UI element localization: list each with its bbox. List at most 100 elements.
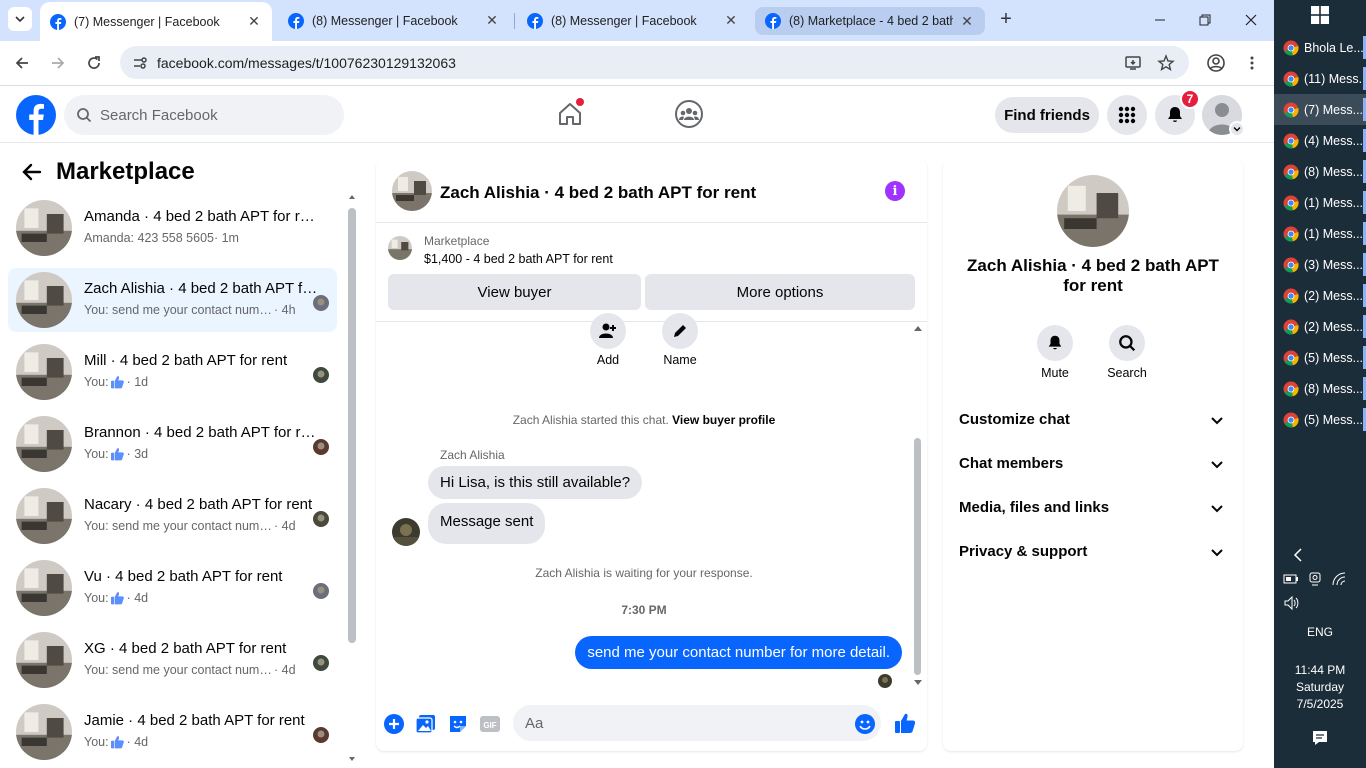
conversation-item[interactable]: Nacary · 4 bed 2 bath APT for rent You: s…: [8, 484, 337, 548]
conversation-item[interactable]: Zach Alishia · 4 bed 2 bath APT for rent…: [8, 268, 337, 332]
incoming-message[interactable]: Hi Lisa, is this still available?: [428, 466, 643, 499]
taskbar-chrome-window[interactable]: Bhola Le...: [1274, 32, 1366, 63]
view-buyer-button[interactable]: View buyer: [388, 274, 641, 310]
taskbar-item-label: (7) Mess...: [1304, 102, 1364, 117]
plus-circle-icon[interactable]: [383, 713, 405, 735]
scroll-up-icon[interactable]: [912, 323, 924, 333]
taskbar-chrome-window[interactable]: (7) Mess...: [1274, 94, 1366, 125]
menu-button[interactable]: [1240, 51, 1264, 75]
notification-center-icon[interactable]: [1311, 729, 1329, 747]
pencil-icon: [674, 325, 686, 337]
thumbs-up-icon[interactable]: [893, 711, 917, 735]
tab-search-button[interactable]: [8, 7, 32, 31]
taskbar-chrome-window[interactable]: (1) Mess...: [1274, 218, 1366, 249]
bookmark-star-icon[interactable]: [1157, 54, 1175, 72]
site-info-icon[interactable]: [131, 54, 149, 72]
taskbar-chrome-window[interactable]: (11) Mess...: [1274, 63, 1366, 94]
customize-chat-section[interactable]: Customize chat: [943, 398, 1243, 442]
tab-messenger-8b[interactable]: (8) Messenger | Facebook ✕: [517, 4, 749, 37]
photo-icon[interactable]: [415, 713, 437, 735]
conversation-item[interactable]: Jamie · 4 bed 2 bath APT for rent You: · 4…: [8, 700, 337, 764]
scroll-down-icon[interactable]: [912, 678, 924, 688]
chat-title[interactable]: Zach Alishia · 4 bed 2 bath APT for rent: [440, 183, 756, 203]
close-tab-icon[interactable]: ✕: [484, 12, 500, 29]
new-tab-button[interactable]: +: [996, 9, 1016, 30]
scroll-up-icon[interactable]: [347, 192, 357, 202]
tab-messenger-8a[interactable]: (8) Messenger | Facebook ✕: [278, 4, 510, 37]
system-clock[interactable]: 11:44 PM Saturday 7/5/2025: [1274, 662, 1366, 713]
find-friends-button[interactable]: Find friends: [995, 97, 1099, 133]
menu-grid-button[interactable]: [1107, 95, 1147, 135]
tab-messenger-7[interactable]: (7) Messenger | Facebook ✕: [40, 2, 272, 41]
address-bar[interactable]: facebook.com/messages/t/1007623012913206…: [120, 46, 1189, 79]
arrow-left-icon[interactable]: [20, 160, 44, 184]
chat-members-section[interactable]: Chat members: [943, 442, 1243, 486]
volume-icon[interactable]: [1283, 595, 1299, 611]
close-tab-icon[interactable]: ✕: [246, 13, 262, 30]
close-tab-icon[interactable]: ✕: [959, 13, 975, 29]
conversation-item[interactable]: XG · 4 bed 2 bath APT for rent You: send …: [8, 628, 337, 692]
windows-start-icon[interactable]: [1311, 6, 1329, 24]
taskbar-chrome-window[interactable]: (5) Mess...: [1274, 342, 1366, 373]
add-people-action[interactable]: Add: [578, 313, 638, 367]
minimize-button[interactable]: [1148, 8, 1172, 32]
privacy-support-section[interactable]: Privacy & support: [943, 530, 1243, 574]
sticker-icon[interactable]: [447, 713, 469, 735]
incoming-message[interactable]: Message sent: [428, 503, 546, 544]
more-options-button[interactable]: More options: [645, 274, 915, 310]
install-app-icon[interactable]: [1124, 54, 1142, 72]
reload-button[interactable]: [82, 51, 106, 75]
chat-scrollbar[interactable]: [912, 323, 924, 693]
details-avatar[interactable]: [1057, 175, 1129, 247]
close-tab-icon[interactable]: ✕: [723, 12, 739, 29]
tab-marketplace[interactable]: (8) Marketplace - 4 bed 2 bath APT ✕: [755, 7, 985, 35]
taskbar-chrome-window[interactable]: (3) Mess...: [1274, 249, 1366, 280]
conversation-item[interactable]: Mill · 4 bed 2 bath APT for rent You: · 1d: [8, 340, 337, 404]
edit-name-action[interactable]: Name: [650, 313, 710, 367]
conversation-item[interactable]: Brannon · 4 bed 2 bath APT for rent You: ·…: [8, 412, 337, 476]
emoji-icon[interactable]: [854, 713, 876, 735]
taskbar-chrome-window[interactable]: (8) Mess...: [1274, 373, 1366, 404]
arrow-right-icon: [52, 57, 65, 69]
mute-button[interactable]: Mute: [1027, 325, 1083, 380]
sender-name: Zach Alishia: [440, 448, 505, 462]
participant-mini-avatar: [313, 511, 329, 527]
forward-button[interactable]: [46, 51, 70, 75]
taskbar-chrome-window[interactable]: (2) Mess...: [1274, 311, 1366, 342]
search-in-conversation-button[interactable]: Search: [1099, 325, 1155, 380]
gif-icon[interactable]: GIF: [479, 713, 501, 735]
view-buyer-profile-link[interactable]: View buyer profile: [672, 413, 775, 427]
scrollbar-thumb[interactable]: [348, 208, 356, 643]
facebook-logo-icon[interactable]: [16, 95, 56, 135]
scroll-down-icon[interactable]: [347, 754, 357, 764]
sender-avatar[interactable]: [392, 518, 420, 546]
close-window-button[interactable]: [1239, 8, 1263, 32]
back-button[interactable]: [10, 51, 34, 75]
conversation-item[interactable]: Vu · 4 bed 2 bath APT for rent You: · 4d: [8, 556, 337, 620]
scrollbar-thumb[interactable]: [914, 438, 921, 675]
conversation-scrollbar[interactable]: [347, 192, 357, 768]
media-files-links-section[interactable]: Media, files and links: [943, 486, 1243, 530]
taskbar-chrome-window[interactable]: (1) Mess...: [1274, 187, 1366, 218]
profile-button[interactable]: [1204, 51, 1228, 75]
language-indicator[interactable]: ENG: [1274, 625, 1366, 639]
meet-now-icon[interactable]: [1307, 571, 1323, 587]
listing-photo-icon: [16, 344, 72, 400]
listing-photo-icon: [16, 488, 72, 544]
wifi-icon[interactable]: [1331, 571, 1347, 587]
battery-icon[interactable]: [1283, 571, 1299, 587]
restore-button[interactable]: [1193, 8, 1217, 32]
taskbar-chrome-window[interactable]: (8) Mess...: [1274, 156, 1366, 187]
outgoing-message[interactable]: send me your contact number for more det…: [575, 636, 902, 669]
chevron-left-icon[interactable]: [1291, 547, 1307, 563]
account-menu-caret[interactable]: [1229, 121, 1245, 137]
groups-icon[interactable]: [674, 99, 704, 129]
message-input[interactable]: Aa: [513, 705, 881, 741]
taskbar-chrome-window[interactable]: (4) Mess...: [1274, 125, 1366, 156]
taskbar-chrome-window[interactable]: (2) Mess...: [1274, 280, 1366, 311]
taskbar-chrome-window[interactable]: (5) Mess...: [1274, 404, 1366, 435]
conversation-item[interactable]: Amanda · 4 bed 2 bath APT for rent Amanda…: [8, 196, 337, 260]
chat-info-button[interactable]: i: [885, 181, 905, 201]
facebook-search-input[interactable]: Search Facebook: [64, 95, 344, 135]
chat-listing-avatar[interactable]: [392, 171, 432, 211]
